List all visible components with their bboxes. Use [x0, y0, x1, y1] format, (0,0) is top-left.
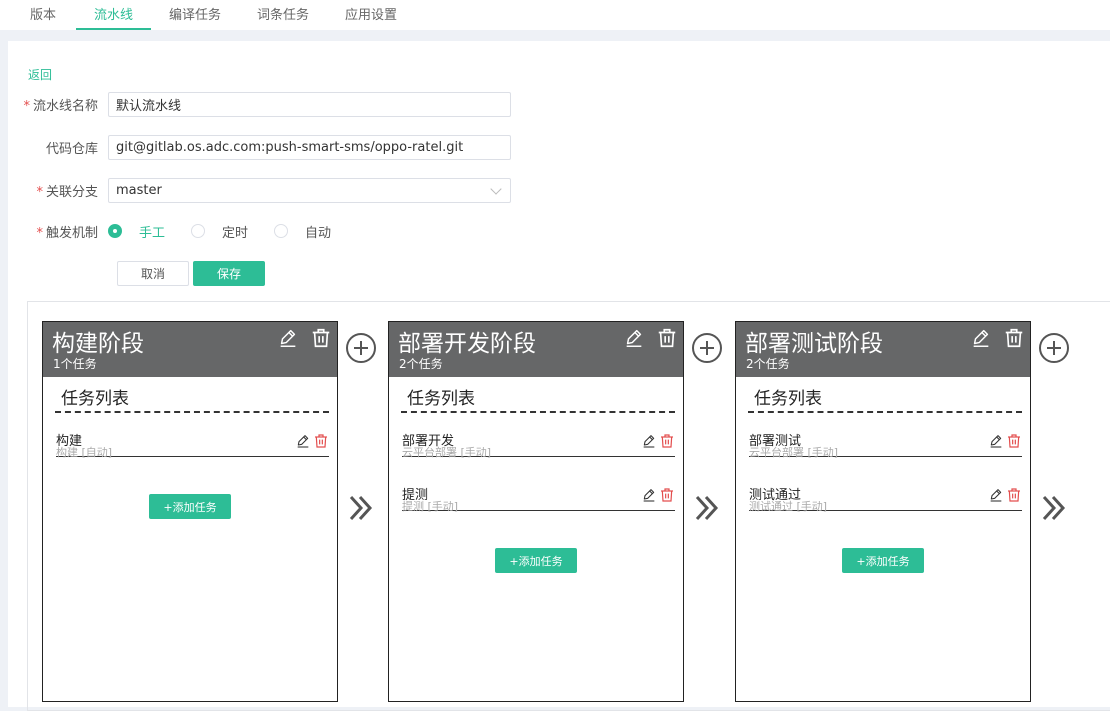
stage-title: 构建阶段	[52, 331, 144, 357]
edit-task-icon[interactable]	[641, 487, 657, 503]
cancel-button[interactable]: 取消	[117, 260, 189, 286]
pipeline-stages-area: 构建阶段 1个任务 任务列表 构建 构建 [自动] +添加任务 部署开发阶段 2个任务 任务列表…	[27, 301, 1110, 711]
task-type: 云平台部署 [手动]	[749, 446, 839, 459]
stage-header: 部署测试阶段 2个任务	[736, 322, 1030, 377]
edit-task-icon[interactable]	[295, 433, 311, 449]
task-type: 提测 [手动]	[402, 500, 459, 513]
delete-task-icon[interactable]	[659, 487, 675, 503]
radio-dot-icon	[191, 224, 206, 238]
task-list-title: 任务列表	[407, 389, 475, 409]
delete-stage-icon[interactable]	[1003, 327, 1025, 349]
chevron-down-icon	[490, 182, 502, 195]
repo-label: 代码仓库	[45, 141, 98, 157]
branch-row: * 关联分支 master	[8, 177, 511, 203]
next-stage-arrow-icon	[692, 493, 722, 523]
task-list-divider	[401, 411, 675, 413]
delete-stage-icon[interactable]	[310, 327, 332, 349]
top-tabs: 版本 流水线 编译任务 词条任务 应用设置	[0, 0, 1110, 30]
main-panel: 返回 * 流水线名称 默认流水线 代码仓库 git@gitlab.os.adc.c…	[8, 41, 1110, 711]
repo-input[interactable]: git@gitlab.os.adc.com:push-smart-sms/opp…	[108, 134, 511, 160]
task-item: 部署开发 云平台部署 [手动]	[402, 423, 675, 459]
task-list-divider	[748, 411, 1022, 413]
tab-pipeline[interactable]: 流水线	[76, 0, 152, 30]
tab-version[interactable]: 版本	[12, 0, 76, 30]
stage-title: 部署测试阶段	[745, 331, 883, 357]
task-list-title: 任务列表	[61, 389, 129, 409]
add-stage-icon[interactable]	[345, 332, 377, 364]
repo-row: 代码仓库 git@gitlab.os.adc.com:push-smart-sm…	[8, 134, 511, 160]
branch-value: master	[116, 182, 162, 198]
delete-task-icon[interactable]	[1006, 433, 1022, 449]
pipeline-name-label: * 流水线名称	[23, 98, 98, 114]
add-stage-icon[interactable]	[1038, 332, 1070, 364]
add-task-button[interactable]: +添加任务	[495, 548, 577, 573]
stage-header: 构建阶段 1个任务	[43, 322, 337, 377]
stage-card: 部署测试阶段 2个任务任务列表部署测试 云平台部署 [手动] 测试通过 测试通过 [手动…	[735, 321, 1031, 702]
task-item: 测试通过 测试通过 [手动]	[749, 477, 1022, 513]
delete-task-icon[interactable]	[659, 433, 675, 449]
stage-card: 部署开发阶段 2个任务任务列表部署开发 云平台部署 [手动] 提测 提测 [手动] +添加…	[388, 321, 684, 702]
edit-stage-icon[interactable]	[277, 327, 299, 349]
stage-title: 部署开发阶段	[398, 331, 536, 357]
edit-task-icon[interactable]	[988, 487, 1004, 503]
edit-stage-icon[interactable]	[970, 327, 992, 349]
delete-stage-icon[interactable]	[656, 327, 678, 349]
next-stage-arrow-icon	[346, 493, 376, 523]
task-type: 测试通过 [手动]	[749, 500, 828, 513]
stage-card: 构建阶段 1个任务任务列表构建 构建 [自动] +添加任务	[42, 321, 338, 702]
trigger-radio-auto[interactable]: 自动	[274, 222, 331, 241]
delete-task-icon[interactable]	[313, 433, 329, 449]
trigger-row: * 触发机制 手工 定时 自动	[8, 218, 357, 244]
branch-label: * 关联分支	[36, 184, 98, 200]
task-type: 云平台部署 [手动]	[402, 446, 492, 459]
trigger-radio-scheduled[interactable]: 定时	[191, 222, 248, 241]
pipeline-name-row: * 流水线名称 默认流水线	[8, 91, 511, 117]
task-list-divider	[55, 411, 329, 413]
task-item: 提测 提测 [手动]	[402, 477, 675, 513]
next-stage-arrow-icon	[1039, 493, 1069, 523]
edit-stage-icon[interactable]	[623, 327, 645, 349]
tab-app-settings[interactable]: 应用设置	[327, 0, 415, 30]
save-button[interactable]: 保存	[193, 260, 265, 286]
edit-task-icon[interactable]	[641, 433, 657, 449]
add-stage-icon[interactable]	[691, 332, 723, 364]
tab-compile-task[interactable]: 编译任务	[151, 0, 239, 30]
task-item: 部署测试 云平台部署 [手动]	[749, 423, 1022, 459]
stage-task-count: 2个任务	[746, 357, 790, 371]
stage-header: 部署开发阶段 2个任务	[389, 322, 683, 377]
add-task-button[interactable]: +添加任务	[842, 548, 924, 573]
trigger-radio-manual[interactable]: 手工	[108, 222, 165, 241]
stage-task-count: 1个任务	[53, 357, 97, 371]
branch-select[interactable]: master	[108, 177, 511, 203]
tab-entry-task[interactable]: 词条任务	[239, 0, 327, 30]
radio-dot-icon	[274, 224, 289, 238]
task-type: 构建 [自动]	[56, 446, 113, 459]
task-list-title: 任务列表	[754, 389, 822, 409]
task-item: 构建 构建 [自动]	[56, 423, 329, 459]
radio-dot-icon	[108, 224, 122, 238]
stage-task-count: 2个任务	[399, 357, 443, 371]
delete-task-icon[interactable]	[1006, 487, 1022, 503]
back-link[interactable]: 返回	[28, 66, 52, 83]
pipeline-name-input[interactable]: 默认流水线	[108, 91, 511, 117]
form-actions: 取消 保存	[117, 260, 265, 286]
edit-task-icon[interactable]	[988, 433, 1004, 449]
trigger-label: * 触发机制	[36, 225, 98, 241]
add-task-button[interactable]: +添加任务	[149, 494, 231, 519]
